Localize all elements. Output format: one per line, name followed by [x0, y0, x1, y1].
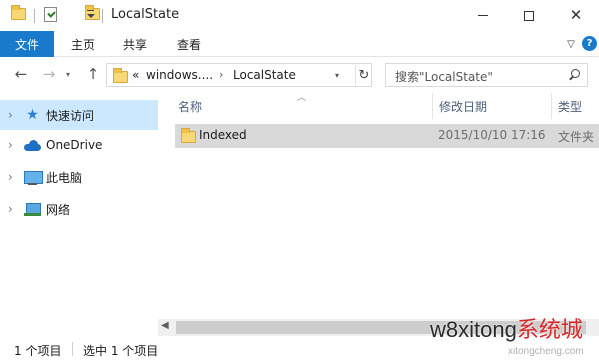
up-button[interactable]: ↑ [84, 65, 102, 83]
chevron-right-icon[interactable]: › [8, 170, 13, 184]
quick-access-star-icon: ★ [26, 107, 39, 123]
maximize-button[interactable] [506, 0, 552, 31]
this-pc-icon [24, 171, 43, 185]
divider [34, 9, 35, 23]
column-divider[interactable] [551, 93, 552, 119]
chevron-right-icon[interactable]: › [8, 108, 13, 122]
breadcrumb-localstate[interactable]: LocalState [233, 68, 296, 82]
sidebar-item-label: 网络 [46, 202, 71, 217]
forward-button[interactable]: → [40, 65, 58, 83]
watermark-logo: w8xitong系统城 [430, 312, 583, 344]
column-header-type[interactable]: 类型 [558, 93, 582, 119]
sidebar-item-label: OneDrive [46, 138, 103, 152]
expand-ribbon-chevron-icon[interactable]: ▽ [563, 36, 579, 52]
sidebar-item-label: 此电脑 [46, 170, 83, 185]
file-modified: 2015/10/10 17:16 [438, 128, 546, 142]
chevron-right-icon[interactable]: › [8, 202, 13, 216]
window-title: LocalState [111, 7, 180, 22]
scroll-left-icon[interactable]: ◀ [161, 320, 169, 331]
close-button[interactable]: ✕ [553, 0, 599, 31]
tab-file[interactable]: 文件 [0, 31, 54, 57]
file-list: ︿ 名称 修改日期 类型 Indexed 2015/10/10 17:16 文件… [158, 93, 599, 338]
properties-icon[interactable] [44, 7, 57, 22]
tab-view[interactable]: 查看 [177, 31, 201, 57]
address-bar[interactable]: « windows.... › LocalState ▾ ↻ [106, 63, 372, 87]
sidebar-item-label: 快速访问 [46, 108, 95, 123]
tab-home[interactable]: 主页 [71, 31, 95, 57]
refresh-button[interactable]: ↻ [355, 65, 372, 85]
column-header-name[interactable]: 名称 [178, 93, 202, 119]
file-type: 文件夹 [558, 130, 595, 144]
divider [102, 9, 103, 23]
minimize-button[interactable] [460, 0, 506, 31]
column-header-modified[interactable]: 修改日期 [439, 93, 487, 119]
search-box[interactable]: 搜索"LocalState" [385, 63, 588, 87]
search-icon[interactable] [568, 69, 580, 81]
navigation-bar: ← → ▾ ↑ « windows.... › LocalState ▾ ↻ 搜… [0, 57, 599, 93]
table-row[interactable]: Indexed 2015/10/10 17:16 文件夹 [175, 124, 599, 148]
customize-quick-access-icon[interactable] [86, 10, 95, 20]
folder-icon [181, 128, 196, 143]
maximize-icon [524, 10, 534, 21]
network-icon [24, 203, 41, 217]
ribbon-tabs: 文件 主页 共享 查看 ▽ ? [0, 31, 599, 57]
sidebar-item-this-pc[interactable]: › 此电脑 [0, 162, 158, 192]
address-history-chevron-icon[interactable]: ▾ [335, 71, 339, 80]
watermark-chinese: 系统城 [516, 317, 583, 342]
watermark-latin: w8xitong [430, 317, 517, 342]
sidebar-item-network[interactable]: › 网络 [0, 194, 158, 224]
cloud-icon [24, 139, 41, 153]
search-input[interactable]: 搜索"LocalState" [395, 68, 493, 85]
minimize-icon [478, 15, 488, 16]
watermark-url: xitongcheng.com [508, 346, 584, 357]
divider [72, 342, 73, 356]
folder-icon [11, 5, 26, 20]
close-icon: ✕ [569, 6, 583, 24]
breadcrumb-separator-icon[interactable]: › [219, 68, 223, 81]
selected-count: 选中 1 个项目 [83, 344, 159, 358]
tab-share[interactable]: 共享 [123, 31, 147, 57]
back-button[interactable]: ← [12, 65, 30, 83]
sidebar-item-quick-access[interactable]: › ★ 快速访问 [0, 100, 158, 130]
chevron-right-icon[interactable]: › [8, 138, 13, 152]
breadcrumb-overflow[interactable]: « [132, 68, 139, 82]
folder-icon [113, 68, 128, 83]
sidebar-item-onedrive[interactable]: › OneDrive [0, 130, 158, 160]
breadcrumb-windows[interactable]: windows.... [146, 68, 213, 82]
file-name: Indexed [199, 128, 247, 142]
recent-locations-chevron-icon[interactable]: ▾ [66, 70, 70, 79]
column-divider[interactable] [432, 93, 433, 119]
title-bar: LocalState ✕ [0, 0, 599, 31]
navigation-pane: › ★ 快速访问 › OneDrive › 此电脑 › 网络 [0, 93, 158, 338]
sort-ascending-icon: ︿ [297, 93, 307, 103]
item-count: 1 个项目 [14, 344, 62, 358]
help-icon[interactable]: ? [582, 36, 597, 51]
